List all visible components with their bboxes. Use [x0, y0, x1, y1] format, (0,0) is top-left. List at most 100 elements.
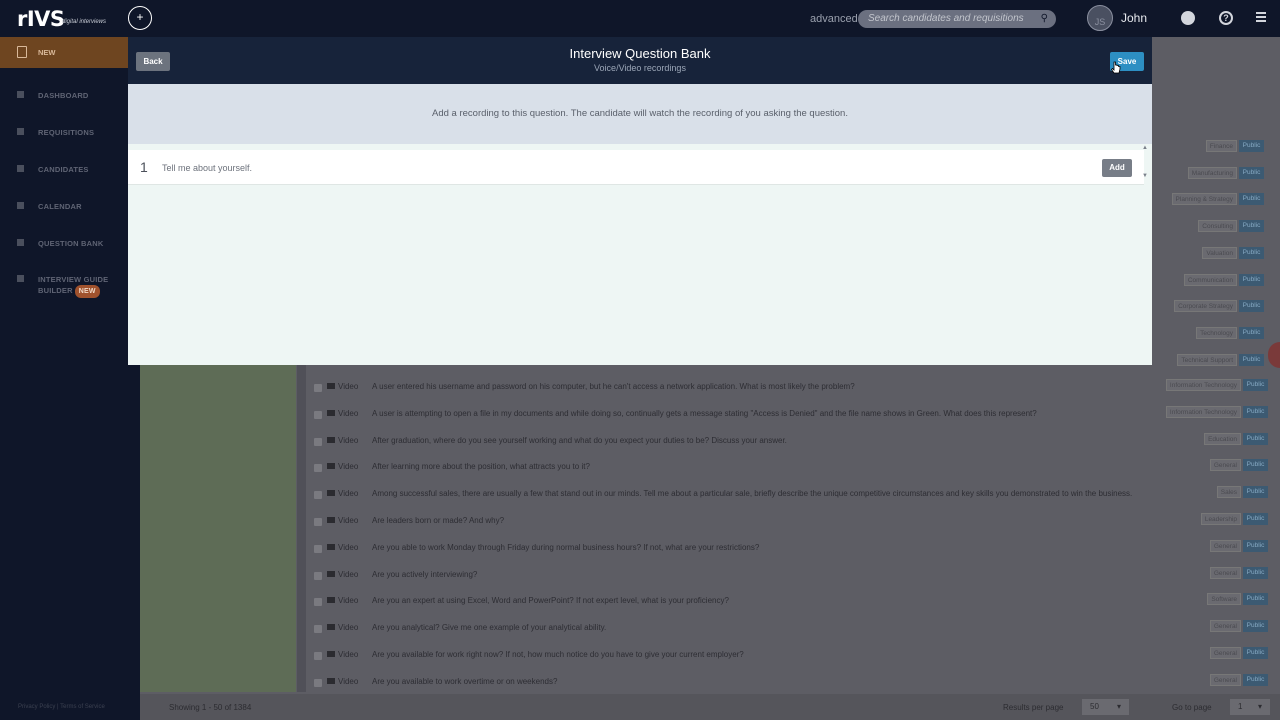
user-name[interactable]: John: [1121, 11, 1147, 25]
results-per-page-value: 50: [1090, 702, 1099, 711]
search-icon[interactable]: ⚲: [1041, 13, 1048, 24]
question-type: Video: [338, 623, 359, 633]
question-text: A user entered his username and password…: [372, 382, 855, 391]
new-badge: NEW: [74, 285, 100, 298]
list-item[interactable]: Video After learning more about the posit…: [308, 457, 1268, 477]
public-badge[interactable]: Public: [1239, 353, 1264, 366]
list-item[interactable]: Video Are you available to work overtime …: [308, 672, 1268, 692]
footer-links[interactable]: Privacy Policy | Terms of Service: [18, 704, 105, 710]
list-item[interactable]: Video Are leaders born or made? And why? L…: [308, 511, 1268, 531]
candidates-icon: [17, 165, 24, 172]
public-badge[interactable]: Public: [1239, 193, 1264, 206]
row-checkbox[interactable]: [314, 491, 322, 500]
list-item[interactable]: Video Are you an expert at using Excel, W…: [308, 591, 1268, 611]
logo[interactable]: rIVS: [17, 7, 65, 31]
row-checkbox[interactable]: [314, 544, 322, 553]
category-tag: General: [1209, 566, 1241, 579]
list-item[interactable]: Video Among successful sales, there are u…: [308, 484, 1268, 504]
list-item[interactable]: Video Are you actively interviewing? Gener…: [308, 565, 1268, 585]
row-checkbox[interactable]: [314, 384, 322, 392]
row-checkbox[interactable]: [314, 571, 322, 580]
sidebar-item-question-bank[interactable]: QUESTION BANK: [0, 235, 128, 255]
public-badge[interactable]: Public: [1243, 673, 1268, 686]
video-icon: [327, 597, 335, 604]
scroll-down-icon[interactable]: ▼: [1142, 173, 1148, 179]
sidebar-item-calendar[interactable]: CALENDAR: [0, 198, 128, 218]
sidebar-item-new[interactable]: NEW: [0, 37, 128, 68]
advanced-search-link[interactable]: advanced: [810, 13, 858, 25]
category-tag: Planning & Strategy: [1171, 193, 1237, 206]
public-badge[interactable]: Public: [1243, 432, 1268, 445]
results-per-page-select[interactable]: 50 ▾: [1082, 699, 1129, 715]
guide-icon: [17, 275, 24, 282]
row-checkbox[interactable]: [314, 464, 322, 473]
category-tag: Leadership: [1200, 513, 1241, 525]
public-badge[interactable]: Public: [1243, 459, 1268, 472]
list-item[interactable]: Video Are you able to work Monday through…: [308, 538, 1268, 558]
list-item[interactable]: Video After graduation, where do you see …: [308, 431, 1268, 451]
public-badge[interactable]: Public: [1243, 486, 1268, 499]
video-icon: [327, 677, 335, 684]
public-badge[interactable]: Public: [1243, 539, 1268, 552]
video-icon: [327, 570, 335, 577]
list-item[interactable]: Video Are you available for work right no…: [308, 645, 1268, 665]
public-badge[interactable]: Public: [1243, 513, 1268, 525]
public-badge[interactable]: Public: [1243, 593, 1268, 606]
category-tag: Consulting: [1198, 220, 1237, 233]
public-badge[interactable]: Public: [1239, 300, 1264, 313]
list-item[interactable]: Video Are you analytical? Give me one exa…: [308, 618, 1268, 638]
category-tag: Technical Support: [1177, 353, 1237, 366]
modal-header: Back Interview Question Bank Voice/Video…: [128, 37, 1152, 84]
question-text: After learning more about the position, …: [372, 462, 590, 472]
category-tag: General: [1209, 620, 1241, 633]
public-badge[interactable]: Public: [1239, 273, 1264, 286]
row-checkbox[interactable]: [314, 410, 322, 419]
modal-subtitle: Voice/Video recordings: [594, 63, 686, 73]
avatar[interactable]: JS: [1087, 5, 1113, 31]
chevron-down-icon: ▾: [1257, 702, 1262, 711]
search-input[interactable]: Search candidates and requisitions ⚲: [858, 10, 1056, 28]
public-badge[interactable]: Public: [1243, 566, 1268, 579]
question-text: Are you actively interviewing?: [372, 569, 478, 579]
add-recording-button[interactable]: Add: [1102, 159, 1132, 177]
public-badge[interactable]: Public: [1243, 379, 1268, 391]
question-row: 1 Tell me about yourself. Add: [128, 150, 1144, 185]
row-checkbox[interactable]: [314, 652, 322, 660]
video-icon: [327, 651, 335, 657]
row-checkbox[interactable]: [314, 598, 322, 607]
public-badge[interactable]: Public: [1239, 166, 1264, 179]
menu-icon[interactable]: [1256, 12, 1266, 23]
public-badge[interactable]: Public: [1243, 647, 1268, 659]
public-badge[interactable]: Public: [1239, 246, 1264, 259]
public-badge[interactable]: Public: [1243, 405, 1268, 418]
sidebar-item-label: QUESTION BANK: [38, 239, 104, 248]
sidebar-item-requisitions[interactable]: REQUISITIONS: [0, 124, 128, 144]
list-item[interactable]: Video A user is attempting to open a file…: [308, 404, 1268, 424]
bar-chart-icon: [17, 91, 24, 98]
globe-icon[interactable]: [1181, 11, 1195, 25]
sidebar-item-label: CALENDAR: [38, 202, 82, 211]
category-tag: Finance: [1205, 140, 1237, 152]
public-badge[interactable]: Public: [1243, 620, 1268, 633]
goto-page-select[interactable]: 1 ▾: [1230, 699, 1270, 715]
sidebar-item-label: REQUISITIONS: [38, 128, 95, 137]
list-item[interactable]: Video A user entered his username and pas…: [308, 377, 1268, 397]
public-badge[interactable]: Public: [1239, 140, 1264, 152]
question-type: Video: [338, 650, 359, 659]
row-checkbox[interactable]: [314, 678, 322, 687]
sidebar-item-label: CANDIDATES: [38, 165, 89, 174]
sidebar-item-interview-guide-builder[interactable]: INTERVIEW GUIDE BUILDER NEW: [0, 271, 128, 298]
public-badge[interactable]: Public: [1239, 220, 1264, 233]
row-checkbox[interactable]: [314, 518, 322, 526]
sidebar-item-dashboard[interactable]: DASHBOARD: [0, 87, 128, 107]
logo-tagline: digital interviews: [62, 19, 107, 25]
question-recording-modal: Back Interview Question Bank Voice/Video…: [128, 37, 1152, 365]
category-tag: Information Technology: [1165, 405, 1241, 418]
row-checkbox[interactable]: [314, 437, 322, 446]
sidebar-item-label-wrap: INTERVIEW GUIDE BUILDER NEW: [38, 274, 118, 298]
row-checkbox[interactable]: [314, 625, 322, 634]
help-icon[interactable]: ?: [1219, 11, 1233, 25]
public-badge[interactable]: Public: [1239, 326, 1264, 339]
add-new-button[interactable]: +: [128, 6, 152, 30]
sidebar-item-candidates[interactable]: CANDIDATES: [0, 161, 128, 181]
